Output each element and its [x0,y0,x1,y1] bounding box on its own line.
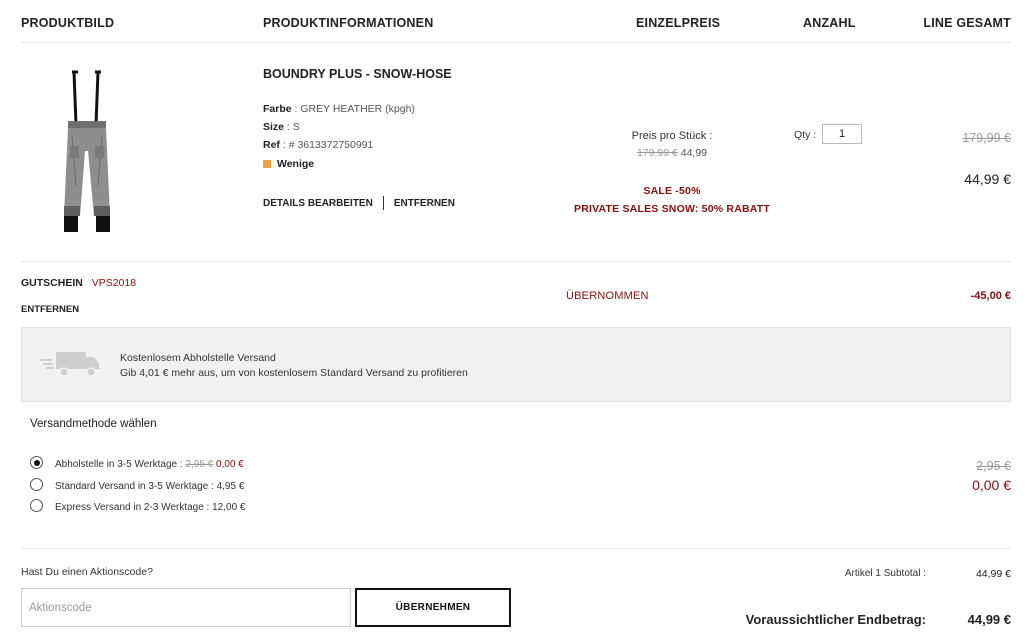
unit-price-new: 44,99 [680,147,708,159]
final-total-label: Voraussichtlicher Endbetrag: [745,612,926,627]
shipping-option-pickup[interactable]: Abholstelle in 3-5 Werktage : 2,95 € 0,0… [55,459,244,470]
edit-details-link[interactable]: DETAILS BEARBEITEN [263,198,373,209]
header-line-total: LINE GESAMT [923,16,1011,30]
delivery-truck-icon [40,352,99,377]
header-product-image: PRODUKTBILD [21,16,115,30]
shipping-notice-detail: Gib 4,01 € mehr aus, um von kostenlosem … [120,367,468,379]
color-value: GREY HEATHER (kpgh) [300,103,415,115]
item-actions: DETAILS BEARBEITEN ENTFERNEN [263,196,455,210]
voucher-status: ÜBERNOMMEN [566,290,649,302]
ref-value: # 3613372750991 [288,139,374,151]
voucher-remove-link[interactable]: ENTFERNEN [21,304,79,315]
subtotal-label: Artikel 1 Subtotal : [844,568,926,579]
ref-label: Ref [263,139,280,151]
header-quantity: ANZAHL [803,16,856,30]
unit-price: 179,99 € 44,99 [592,147,752,159]
line-total-new: 44,99 € [964,171,1011,187]
product-image[interactable] [40,66,130,238]
product-color: Farbe : GREY HEATHER (kpgh) [263,103,415,115]
stock-indicator-icon [263,160,271,168]
apply-promo-button[interactable]: ÜBERNEHMEN [355,588,511,627]
stock-status: Wenige [263,158,314,170]
voucher-code: VPS2018 [91,277,137,289]
qty-label: Qty : [794,129,817,141]
shipping-option-standard-label[interactable]: Standard Versand in 3-5 Werktage : 4,95 … [55,481,244,492]
header-unit-price: EINZELPREIS [636,16,721,30]
shipping-notice-title: Kostenlosem Abholstelle Versand [120,352,276,364]
voucher-row: GUTSCHEIN VPS2018 [21,277,136,289]
shipping-total-new: 0,00 € [972,477,1011,493]
size-value: S [292,121,300,133]
final-total-value: 44,99 € [967,612,1011,627]
shipping-option-pickup-price: 0,00 € [216,459,244,470]
unit-price-label: Preis pro Stück : [631,130,713,142]
shipping-divider [21,548,1011,549]
item-divider [21,261,1011,262]
product-title[interactable]: BOUNDRY PLUS - SNOW-HOSE [263,67,452,81]
shipping-option-express-radio[interactable] [30,499,43,512]
stock-label: Wenige [277,158,315,170]
quantity-input[interactable]: 1 [822,124,862,144]
shipping-method-heading: Versandmethode wählen [30,418,157,430]
subtotal-value: 44,99 € [975,568,1011,580]
shipping-notice: Kostenlosem Abholstelle Versand Gib 4,01… [21,327,1011,402]
shipping-option-express-label[interactable]: Express Versand in 2-3 Werktage : 12,00 … [55,502,245,513]
line-total-old: 179,99 € [962,131,1011,145]
voucher-amount: -45,00 € [970,290,1011,302]
promo-question: Hast Du einen Aktionscode? [21,566,153,578]
unit-price-old: 179,99 € [636,147,678,159]
product-size: Size : S [263,121,300,133]
header-product-info: PRODUKTINFORMATIONEN [263,16,434,30]
sale-badge: SALE -50% [643,185,701,197]
header-divider [21,42,1011,43]
remove-item-link[interactable]: ENTFERNEN [394,198,455,209]
action-separator [382,196,384,210]
color-label: Farbe [263,103,292,115]
shipping-option-standard-radio[interactable] [30,478,43,491]
shipping-option-pickup-radio[interactable] [30,456,43,469]
shipping-total-old: 2,95 € [976,459,1011,473]
size-label: Size [263,121,285,133]
shipping-option-pickup-old-price: 2,95 € [185,459,214,470]
shipping-option-pickup-label: Abholstelle in 3-5 Werktage : [55,459,183,470]
private-sale-note: PRIVATE SALES SNOW: 50% RABATT [574,203,770,215]
voucher-label: GUTSCHEIN [21,277,83,289]
product-ref: Ref : # 3613372750991 [263,139,374,151]
promo-code-input[interactable] [21,588,351,627]
